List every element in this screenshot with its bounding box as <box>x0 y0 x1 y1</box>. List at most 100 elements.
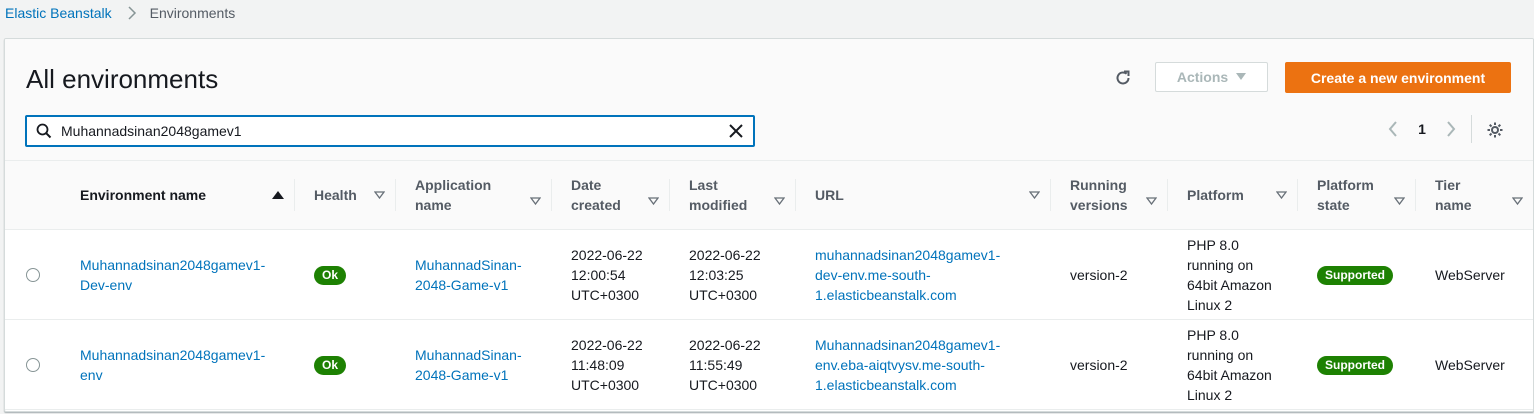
header-label: Last <box>689 177 718 193</box>
sort-ascending-icon <box>272 191 284 199</box>
search-box <box>25 115 755 147</box>
running-versions-cell: version-2 <box>1050 229 1167 320</box>
running-versions-cell: version-2 <box>1050 319 1167 410</box>
header-label: Tier <box>1435 177 1461 193</box>
application-name-cell: MuhannadSinan- 2048-Game-v1 <box>395 229 551 320</box>
page-number[interactable]: 1 <box>1405 121 1439 137</box>
platform-state-badge: Supported <box>1317 266 1393 285</box>
platform-state-badge: Supported <box>1317 356 1393 375</box>
last-modified-cell: 2022-06-22 11:55:49 UTC+0300 <box>669 319 795 410</box>
row-radio-button[interactable] <box>26 267 40 282</box>
next-page-button[interactable] <box>1439 117 1463 141</box>
header-environment-name[interactable]: Environment name <box>60 161 294 230</box>
header-label: URL <box>815 187 844 203</box>
sort-icon <box>1276 191 1287 199</box>
tier-name-cell: WebServer <box>1415 319 1533 410</box>
application-name-cell: MuhannadSinan- 2048-Game-v1 <box>395 319 551 410</box>
column-divider <box>294 179 295 211</box>
pagination: 1 <box>1381 117 1463 141</box>
header-platform-state[interactable]: Platform state <box>1297 161 1415 230</box>
header-application-name[interactable]: Application name <box>395 161 551 230</box>
row-radio-button[interactable] <box>26 357 40 372</box>
header-label: Date <box>571 177 602 193</box>
refresh-button[interactable] <box>1109 64 1137 92</box>
header-label: Platform <box>1187 187 1244 203</box>
header-url[interactable]: URL <box>795 161 1050 230</box>
header-label: modified <box>689 197 748 213</box>
column-divider <box>1167 179 1168 211</box>
header-last-modified[interactable]: Last modified <box>669 161 795 230</box>
table-row[interactable]: Muhannadsinan2048gamev1- Dev-env Ok Muhan… <box>5 229 1533 320</box>
sort-icon <box>648 197 659 206</box>
header-label: created <box>571 197 621 213</box>
breadcrumb-environments: Environments <box>149 5 236 21</box>
health-cell: Ok <box>294 229 395 320</box>
environment-url-link[interactable]: Muhannadsinan2048gamev1- env.eba-aiqtvysv… <box>815 337 1000 393</box>
column-divider <box>1050 179 1051 211</box>
date-created-cell: 2022-06-22 11:48:09 UTC+0300 <box>551 319 669 410</box>
tier-name-cell: WebServer <box>1415 229 1533 320</box>
table-row[interactable]: Muhannadsinan2048gamev1- env Ok MuhannadS… <box>5 319 1533 410</box>
actions-dropdown-button[interactable]: Actions <box>1155 62 1268 92</box>
header-label: versions <box>1070 197 1128 213</box>
header-label: Running <box>1070 177 1127 193</box>
breadcrumb: Elastic Beanstalk Environments <box>5 4 235 22</box>
preferences-button[interactable] <box>1483 118 1507 142</box>
column-divider <box>395 179 396 211</box>
breadcrumb-elastic-beanstalk[interactable]: Elastic Beanstalk <box>5 5 112 21</box>
chevron-right-icon <box>1447 121 1456 137</box>
sort-icon <box>530 197 541 206</box>
column-divider <box>1297 179 1298 211</box>
previous-page-button[interactable] <box>1381 117 1405 141</box>
column-divider <box>551 179 552 211</box>
environment-url-link[interactable]: muhannadsinan2048gamev1- dev-env.me-south… <box>815 247 1000 303</box>
application-name-link[interactable]: MuhannadSinan- 2048-Game-v1 <box>415 347 522 383</box>
date-created-cell: 2022-06-22 12:00:54 UTC+0300 <box>551 229 669 320</box>
create-environment-button[interactable]: Create a new environment <box>1285 62 1511 93</box>
environment-name-link[interactable]: Muhannadsinan2048gamev1- Dev-env <box>80 257 265 293</box>
last-modified-cell: 2022-06-22 12:03:25 UTC+0300 <box>669 229 795 320</box>
url-cell: muhannadsinan2048gamev1- dev-env.me-south… <box>795 229 1050 320</box>
select-cell <box>5 229 60 320</box>
health-badge: Ok <box>314 356 347 375</box>
application-name-link[interactable]: MuhannadSinan- 2048-Game-v1 <box>415 257 522 293</box>
sort-icon <box>1029 191 1040 199</box>
header-label: name <box>1435 197 1472 213</box>
clear-search-icon[interactable] <box>727 122 745 140</box>
header-label: Health <box>314 187 357 203</box>
search-icon <box>36 123 52 139</box>
actions-label: Actions <box>1176 69 1229 85</box>
health-cell: Ok <box>294 319 395 410</box>
select-cell <box>5 319 60 410</box>
platform-state-cell: Supported <box>1297 229 1415 320</box>
refresh-icon <box>1116 70 1130 85</box>
header-health[interactable]: Health <box>294 161 395 230</box>
header-select <box>5 161 60 230</box>
header-date-created[interactable]: Date created <box>551 161 669 230</box>
sort-icon <box>1394 197 1405 206</box>
header-tier-name[interactable]: Tier name <box>1415 161 1533 230</box>
chevron-right-icon <box>122 4 142 22</box>
search-input[interactable] <box>61 120 701 142</box>
platform-state-cell: Supported <box>1297 319 1415 410</box>
header-running-versions[interactable]: Running versions <box>1050 161 1167 230</box>
environment-name-cell: Muhannadsinan2048gamev1- Dev-env <box>60 229 294 320</box>
health-badge: Ok <box>314 266 347 285</box>
header-platform[interactable]: Platform <box>1167 161 1297 230</box>
column-divider <box>795 179 796 211</box>
gear-icon <box>1487 122 1503 138</box>
panel-header: All environments Actions Create a new en… <box>5 39 1533 161</box>
environment-name-cell: Muhannadsinan2048gamev1- env <box>60 319 294 410</box>
sort-icon <box>374 191 385 199</box>
url-cell: Muhannadsinan2048gamev1- env.eba-aiqtvysv… <box>795 319 1050 410</box>
platform-cell: PHP 8.0 running on 64bit Amazon Linux 2 <box>1167 229 1297 320</box>
environment-name-link[interactable]: Muhannadsinan2048gamev1- env <box>80 347 265 383</box>
table-header-row: Environment name Health Application name <box>5 161 1533 230</box>
column-divider <box>669 179 670 211</box>
page-title: All environments <box>26 64 219 94</box>
sort-icon <box>1146 197 1157 206</box>
platform-cell: PHP 8.0 running on 64bit Amazon Linux 2 <box>1167 319 1297 410</box>
caret-down-icon <box>1236 73 1247 80</box>
environments-panel: All environments Actions Create a new en… <box>4 38 1534 412</box>
header-label: Application <box>415 177 492 193</box>
